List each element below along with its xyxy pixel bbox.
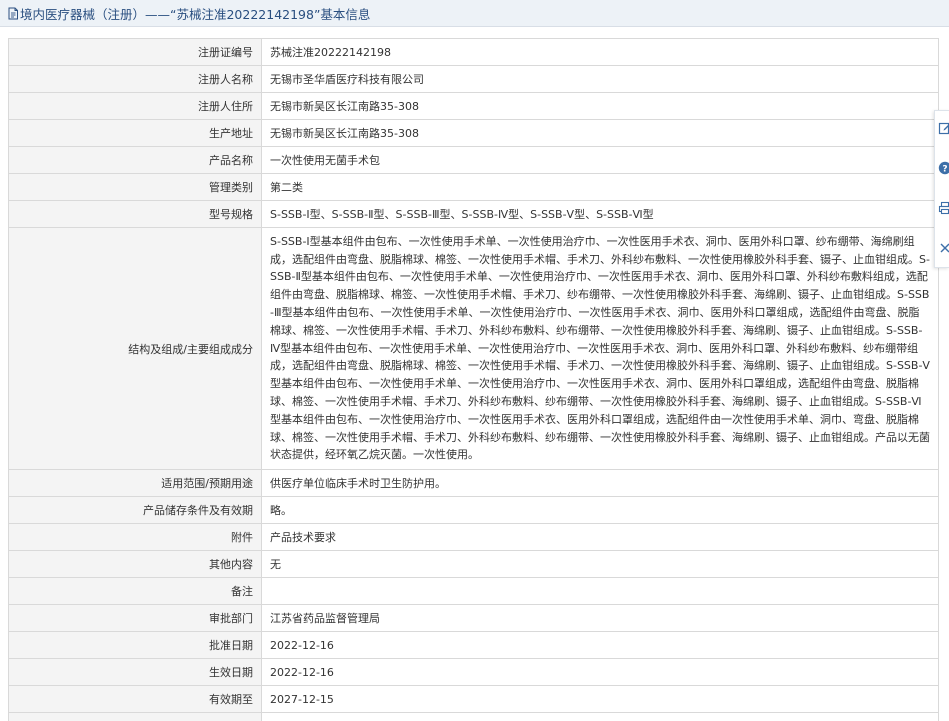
- print-icon[interactable]: [938, 201, 949, 215]
- field-value: 供医疗单位临床手术时卫生防护用。: [261, 469, 939, 497]
- table-row-intended-use: 适用范围/预期用途 供医疗单位临床手术时卫生防护用。: [8, 469, 939, 497]
- field-label: 批准日期: [8, 631, 262, 659]
- field-value: [261, 577, 939, 605]
- field-value: S-SSB-Ⅰ型基本组件由包布、一次性使用手术单、一次性使用治疗巾、一次性医用手…: [261, 227, 939, 470]
- field-label: 生效日期: [8, 658, 262, 686]
- table-row-registrant-address: 注册人住所 无锡市新吴区长江南路35-308: [8, 92, 939, 120]
- field-label: 其他内容: [8, 550, 262, 578]
- side-toolbar: ?: [934, 110, 949, 268]
- field-value: [261, 712, 939, 721]
- table-row-registrant-name: 注册人名称 无锡市圣华盾医疗科技有限公司: [8, 65, 939, 93]
- table-row-registration-number: 注册证编号 苏械注准20222142198: [8, 38, 939, 66]
- table-row-product-name: 产品名称 一次性使用无菌手术包: [8, 146, 939, 174]
- field-label: 生产地址: [8, 119, 262, 147]
- field-label: 审批部门: [8, 604, 262, 632]
- field-label: 注册人名称: [8, 65, 262, 93]
- table-row: [8, 712, 939, 721]
- field-value: S-SSB-Ⅰ型、S-SSB-Ⅱ型、S-SSB-Ⅲ型、S-SSB-Ⅳ型、S-SS…: [261, 200, 939, 228]
- table-row-model-spec: 型号规格 S-SSB-Ⅰ型、S-SSB-Ⅱ型、S-SSB-Ⅲ型、S-SSB-Ⅳ型…: [8, 200, 939, 228]
- field-value: 一次性使用无菌手术包: [261, 146, 939, 174]
- field-value: 苏械注准20222142198: [261, 38, 939, 66]
- field-value: 无锡市圣华盾医疗科技有限公司: [261, 65, 939, 93]
- field-value: 江苏省药品监督管理局: [261, 604, 939, 632]
- page-title-bar: 境内医疗器械（注册）——“苏械注准20222142198”基本信息: [0, 0, 949, 27]
- field-label: 型号规格: [8, 200, 262, 228]
- help-icon[interactable]: ?: [938, 161, 949, 175]
- field-label: 有效期至: [8, 685, 262, 713]
- field-value: 略。: [261, 496, 939, 524]
- table-row-remarks: 备注: [8, 577, 939, 605]
- basic-info-table: 注册证编号 苏械注准20222142198 注册人名称 无锡市圣华盾医疗科技有限…: [8, 38, 939, 721]
- field-label: 注册人住所: [8, 92, 262, 120]
- field-label: 附件: [8, 523, 262, 551]
- field-value: 无锡市新吴区长江南路35-308: [261, 119, 939, 147]
- field-label: 产品名称: [8, 146, 262, 174]
- table-row-approval-date: 批准日期 2022-12-16: [8, 631, 939, 659]
- field-value: 2022-12-16: [261, 631, 939, 659]
- table-row-attachment: 附件 产品技术要求: [8, 523, 939, 551]
- field-label: 产品储存条件及有效期: [8, 496, 262, 524]
- table-row-valid-until: 有效期至 2027-12-15: [8, 685, 939, 713]
- field-label: 管理类别: [8, 173, 262, 201]
- field-value: 无锡市新吴区长江南路35-308: [261, 92, 939, 120]
- table-row-effective-date: 生效日期 2022-12-16: [8, 658, 939, 686]
- table-row-other-content: 其他内容 无: [8, 550, 939, 578]
- field-label: [8, 712, 262, 721]
- table-row-management-class: 管理类别 第二类: [8, 173, 939, 201]
- svg-text:?: ?: [942, 165, 947, 175]
- table-row-production-address: 生产地址 无锡市新吴区长江南路35-308: [8, 119, 939, 147]
- table-row-approval-department: 审批部门 江苏省药品监督管理局: [8, 604, 939, 632]
- field-value: 无: [261, 550, 939, 578]
- field-label: 结构及组成/主要组成成分: [8, 227, 262, 470]
- field-label: 备注: [8, 577, 262, 605]
- field-value: 第二类: [261, 173, 939, 201]
- page-title: 境内医疗器械（注册）——“苏械注准20222142198”基本信息: [20, 6, 371, 22]
- close-icon[interactable]: [938, 241, 949, 255]
- table-row-storage-validity: 产品储存条件及有效期 略。: [8, 496, 939, 524]
- field-value: 2027-12-15: [261, 685, 939, 713]
- field-label: 注册证编号: [8, 38, 262, 66]
- table-row-structure-composition: 结构及组成/主要组成成分 S-SSB-Ⅰ型基本组件由包布、一次性使用手术单、一次…: [8, 227, 939, 470]
- document-icon: [7, 7, 19, 20]
- field-label: 适用范围/预期用途: [8, 469, 262, 497]
- edit-icon[interactable]: [938, 121, 949, 135]
- field-value: 2022-12-16: [261, 658, 939, 686]
- field-value: 产品技术要求: [261, 523, 939, 551]
